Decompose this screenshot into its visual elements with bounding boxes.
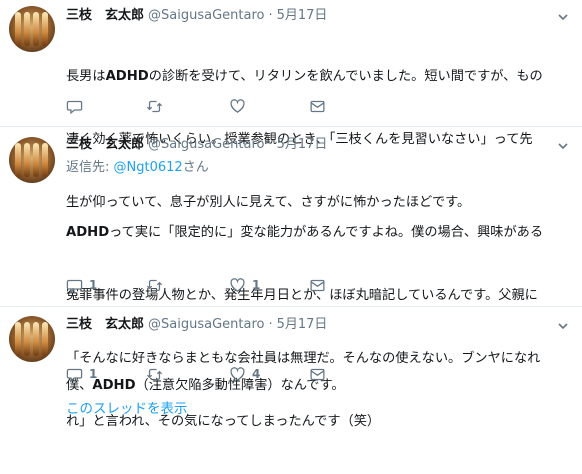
like-icon bbox=[230, 366, 245, 381]
message-button[interactable] bbox=[309, 275, 326, 295]
dot-separator: · bbox=[268, 317, 273, 332]
like-button[interactable]: 1 bbox=[229, 275, 260, 295]
like-button[interactable] bbox=[229, 96, 252, 116]
message-icon bbox=[310, 368, 325, 380]
reply-button[interactable]: 1 bbox=[66, 275, 97, 295]
tweet-text: 僕、ADHD（注意欠陥多動性障害）なんです。 bbox=[66, 333, 574, 438]
reply-button[interactable] bbox=[66, 96, 89, 116]
tweet-divider bbox=[0, 126, 582, 127]
message-button[interactable] bbox=[309, 96, 326, 116]
tweet-actions bbox=[66, 96, 366, 116]
text-line: ADHDって実に「限定的に」変な能力があるんですよね。僕の場合、興味がある bbox=[66, 225, 544, 240]
tweet-date[interactable]: 5月17日 bbox=[277, 317, 328, 332]
retweet-icon bbox=[146, 368, 163, 380]
author-handle[interactable]: @SaigusaGentaro bbox=[148, 8, 264, 23]
avatar[interactable] bbox=[9, 137, 55, 183]
reply-to-line: 返信先: @Ngt0612さん bbox=[66, 159, 209, 177]
reply-icon bbox=[66, 279, 83, 293]
message-icon bbox=[310, 279, 325, 291]
dot-separator: · bbox=[268, 137, 273, 152]
retweet-button[interactable] bbox=[146, 364, 169, 384]
retweet-button[interactable] bbox=[146, 96, 169, 116]
avatar[interactable] bbox=[9, 316, 55, 362]
tweet-date[interactable]: 5月17日 bbox=[277, 8, 328, 23]
chevron-down-icon[interactable] bbox=[556, 10, 570, 24]
reply-icon bbox=[66, 100, 83, 114]
like-count: 1 bbox=[252, 278, 261, 292]
author-name[interactable]: 三枝 玄太郎 bbox=[66, 137, 144, 152]
show-thread-link[interactable]: このスレッドを表示 bbox=[66, 397, 188, 417]
like-icon bbox=[230, 98, 245, 113]
reply-to-suffix: さん bbox=[182, 160, 209, 175]
tweet-date[interactable]: 5月17日 bbox=[277, 137, 328, 152]
tweet-actions: 1 4 bbox=[66, 364, 366, 384]
dot-separator: · bbox=[268, 8, 273, 23]
retweet-icon bbox=[146, 100, 163, 112]
retweet-icon bbox=[146, 279, 163, 291]
like-button[interactable]: 4 bbox=[229, 364, 260, 384]
reply-count: 1 bbox=[89, 367, 98, 381]
reply-to-prefix: 返信先: bbox=[66, 160, 114, 175]
tweet-divider bbox=[0, 306, 582, 307]
reply-count: 1 bbox=[89, 278, 98, 292]
message-icon bbox=[310, 100, 325, 112]
retweet-button[interactable] bbox=[146, 275, 169, 295]
reply-button[interactable]: 1 bbox=[66, 364, 97, 384]
message-button[interactable] bbox=[309, 364, 326, 384]
chevron-down-icon[interactable] bbox=[556, 139, 570, 153]
tweet-header: 三枝 玄太郎 @SaigusaGentaro · 5月17日 bbox=[66, 7, 327, 25]
like-count: 4 bbox=[252, 367, 261, 381]
avatar[interactable] bbox=[9, 6, 55, 52]
like-icon bbox=[230, 277, 245, 292]
tweet-header: 三枝 玄太郎 @SaigusaGentaro · 5月17日 bbox=[66, 316, 327, 334]
reply-to-mention[interactable]: @Ngt0612 bbox=[114, 160, 183, 175]
author-handle[interactable]: @SaigusaGentaro bbox=[148, 317, 264, 332]
tweet-actions: 1 1 bbox=[66, 275, 366, 295]
author-handle[interactable]: @SaigusaGentaro bbox=[148, 137, 264, 152]
tweet-header: 三枝 玄太郎 @SaigusaGentaro · 5月17日 bbox=[66, 136, 327, 154]
author-name[interactable]: 三枝 玄太郎 bbox=[66, 317, 144, 332]
reply-icon bbox=[66, 368, 83, 382]
author-name[interactable]: 三枝 玄太郎 bbox=[66, 8, 144, 23]
text-line: 長男はADHDの診断を受けて、リタリンを飲んでいました。短い間ですが、もの bbox=[66, 69, 543, 84]
chevron-down-icon[interactable] bbox=[556, 319, 570, 333]
